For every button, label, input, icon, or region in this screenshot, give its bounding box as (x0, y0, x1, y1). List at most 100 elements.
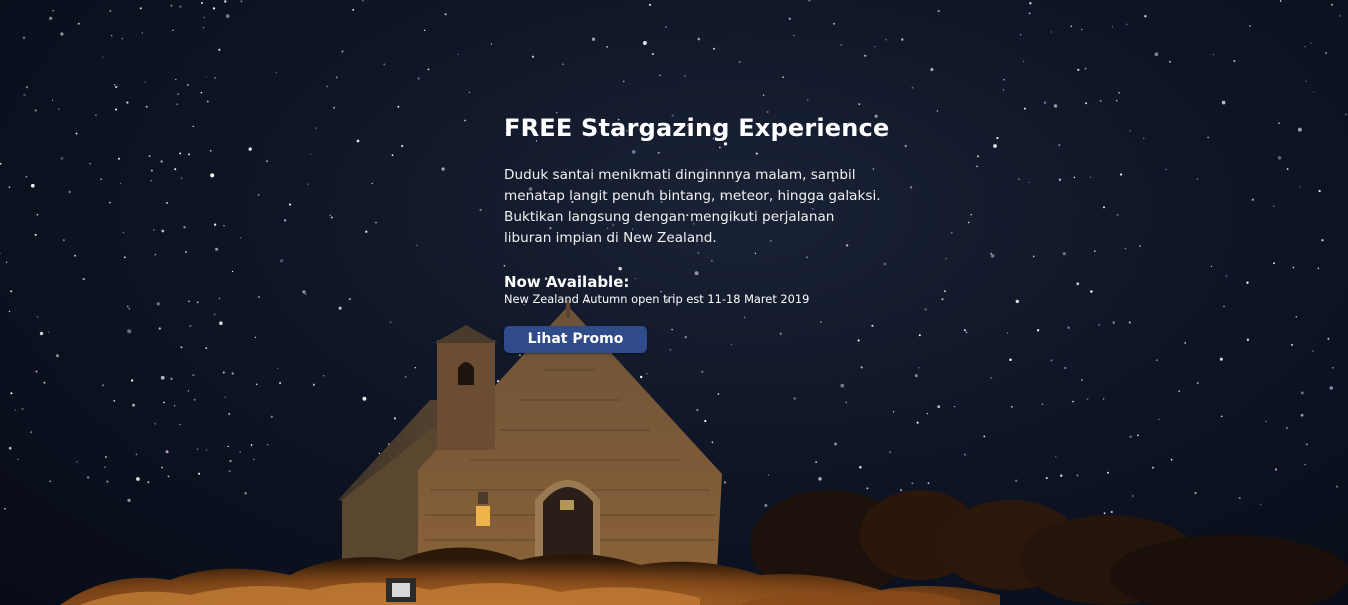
star (1196, 178, 1199, 180)
star (215, 247, 219, 251)
star (121, 38, 123, 40)
star (1003, 78, 1006, 81)
star (606, 46, 608, 48)
star (1089, 176, 1092, 178)
star (793, 397, 796, 400)
star (397, 105, 400, 108)
star (257, 194, 260, 196)
star (224, 396, 227, 398)
star (1126, 23, 1128, 26)
star (1131, 495, 1134, 497)
star (1273, 262, 1275, 265)
star (187, 390, 189, 392)
star (10, 290, 13, 293)
star (279, 259, 284, 263)
star (417, 77, 420, 80)
star (186, 84, 189, 86)
star (156, 302, 160, 306)
star (1285, 426, 1288, 429)
star (201, 2, 203, 4)
star (110, 34, 113, 37)
star (642, 41, 647, 45)
star (1116, 213, 1119, 216)
star (362, 396, 367, 401)
star (205, 76, 208, 78)
star (930, 67, 934, 72)
star (1112, 321, 1115, 324)
star (764, 503, 768, 507)
star (1102, 398, 1105, 400)
star (225, 14, 230, 18)
star (77, 22, 80, 25)
star (8, 310, 11, 313)
star (1312, 350, 1314, 353)
star (202, 26, 205, 29)
star (25, 85, 29, 89)
star (640, 375, 643, 379)
star (180, 177, 183, 179)
star (49, 16, 53, 21)
star (1305, 80, 1307, 83)
hero-banner: FREE Stargazing Experience Duduk santai … (0, 0, 1348, 605)
star (659, 74, 661, 77)
star (1295, 316, 1298, 318)
star (1318, 189, 1321, 193)
star (118, 157, 120, 160)
star (192, 125, 194, 128)
star (945, 257, 947, 260)
star (1076, 282, 1080, 286)
star (1225, 275, 1228, 278)
star (179, 152, 182, 155)
star (1212, 53, 1215, 56)
star (144, 81, 146, 83)
star (147, 481, 150, 484)
star (231, 270, 234, 273)
star (1207, 136, 1209, 139)
star (175, 78, 177, 81)
lihat-promo-button[interactable]: Lihat Promo (504, 326, 647, 353)
star (1072, 400, 1074, 403)
star (200, 91, 203, 94)
star (21, 407, 24, 410)
star (48, 331, 50, 334)
star (1339, 14, 1341, 17)
star (926, 412, 929, 415)
star (1304, 45, 1306, 48)
star (840, 44, 842, 46)
star (148, 155, 151, 158)
star (253, 458, 255, 461)
star (258, 296, 260, 298)
star (161, 466, 164, 469)
star (1073, 176, 1076, 179)
star (1036, 329, 1040, 332)
star (375, 221, 377, 224)
star (283, 219, 287, 222)
star (1129, 129, 1131, 132)
star (1292, 266, 1295, 269)
star (762, 94, 765, 96)
star (401, 144, 404, 148)
star (900, 489, 903, 492)
star (696, 408, 699, 412)
star (833, 22, 836, 25)
star (352, 8, 355, 11)
star (315, 127, 317, 129)
star (329, 214, 331, 216)
star (231, 372, 234, 375)
star (179, 424, 181, 426)
star (170, 377, 173, 381)
star (161, 229, 165, 233)
star (910, 186, 913, 189)
star (967, 221, 970, 224)
star (864, 54, 867, 57)
star (1317, 267, 1320, 270)
star (1329, 386, 1334, 390)
availability-text: New Zealand Autumn open trip est 11-18 M… (504, 292, 810, 306)
star (68, 190, 71, 194)
star (1220, 415, 1223, 418)
star (788, 17, 791, 20)
star (1043, 101, 1047, 104)
promo-content: FREE Stargazing Experience Duduk santai … (504, 113, 904, 353)
star (1081, 28, 1083, 31)
star (1332, 366, 1334, 369)
